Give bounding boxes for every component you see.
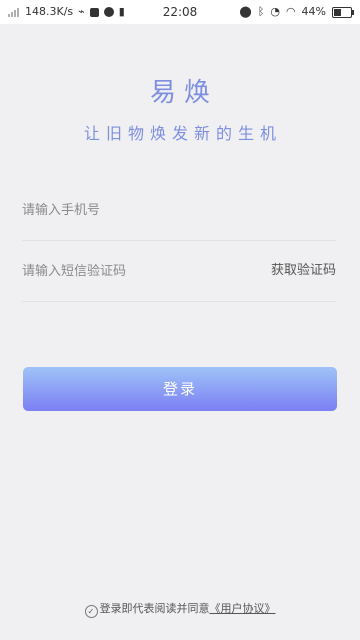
bluetooth-icon: ᛒ: [257, 5, 265, 18]
phone-input[interactable]: [22, 180, 242, 240]
agreement-check-icon[interactable]: ✓: [84, 605, 98, 618]
status-bar: 148.3K/s ⌁ ▮ 22:08 ⬤ ᛒ ◔ ◠ 44%: [0, 0, 360, 24]
app-title: 易焕: [149, 78, 218, 108]
agreement-text: 登录即代表阅读并同意: [99, 602, 210, 615]
wifi-icon: ◠: [285, 5, 296, 18]
location-icon: ⬤: [239, 5, 252, 18]
agreement: ✓ 登录即代表阅读并同意《用户协议》: [0, 600, 360, 618]
sms-code-input[interactable]: [22, 241, 242, 301]
battery-percent: 44%: [301, 5, 326, 18]
battery-icon: [332, 6, 354, 18]
alarm-icon: ◔: [270, 5, 280, 18]
get-code-button[interactable]: 获取验证码: [271, 241, 336, 301]
status-right: ⬤ ᛒ ◔ ◠ 44%: [233, 0, 354, 24]
user-agreement-link[interactable]: 《用户协议》: [210, 602, 276, 615]
code-field-row: 获取验证码: [22, 241, 336, 302]
app-slogan: 让旧物焕发新的生机: [83, 124, 282, 143]
login-button[interactable]: 登录: [23, 367, 337, 411]
phone-field-row: [22, 180, 336, 241]
